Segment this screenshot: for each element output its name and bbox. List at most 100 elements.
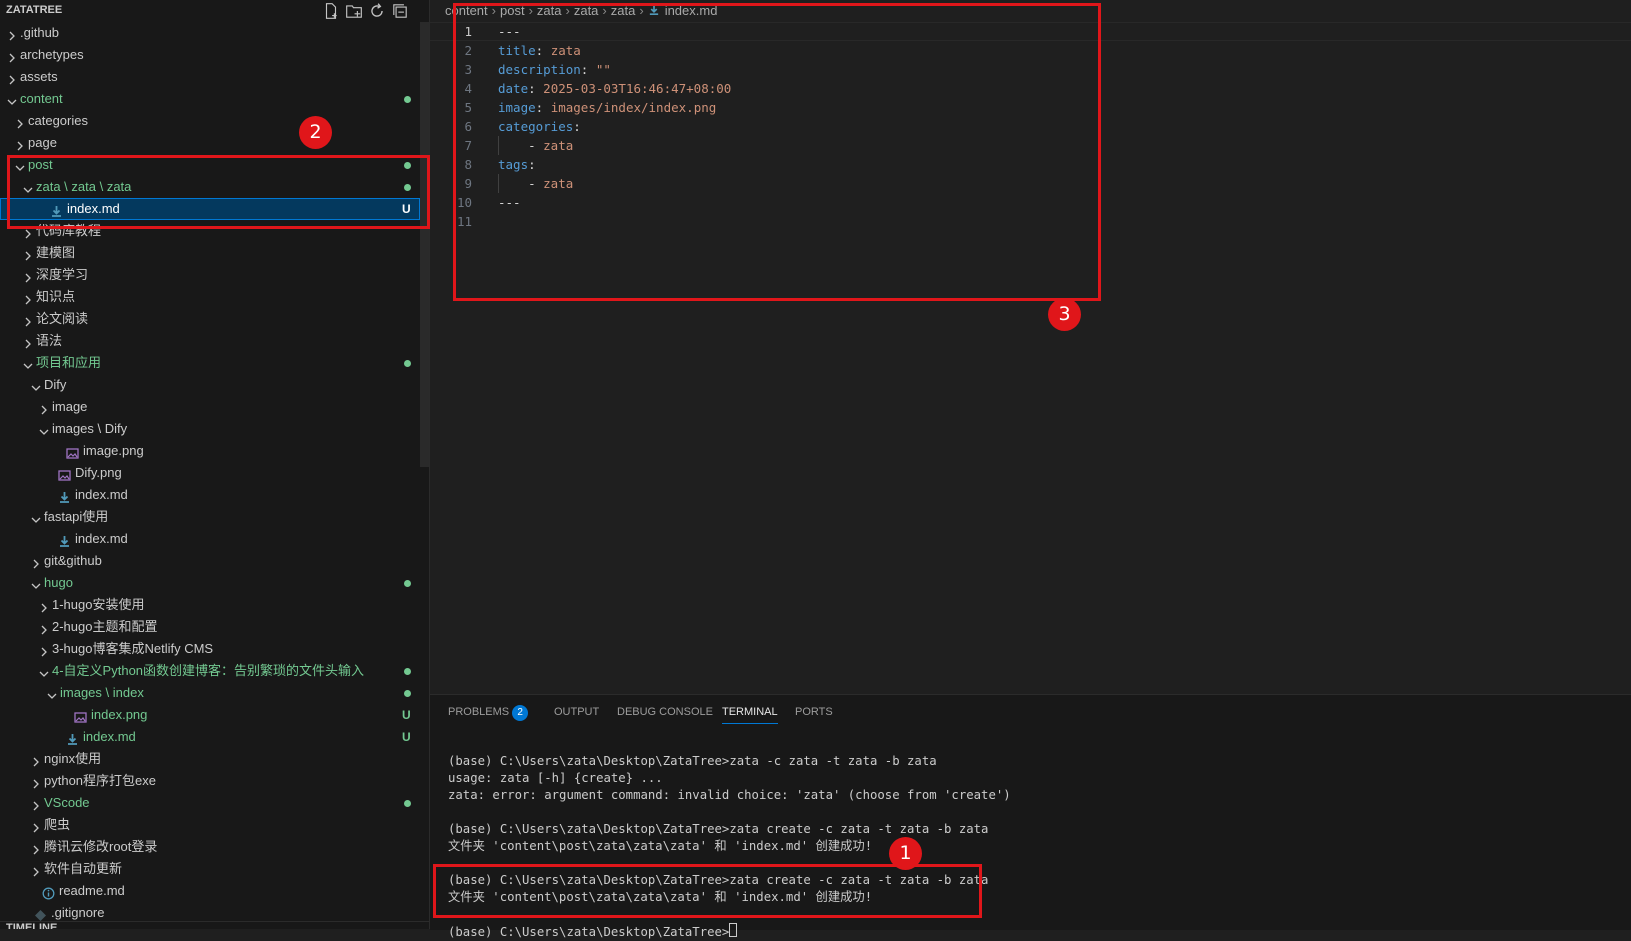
tree-folder[interactable]: 4-自定义Python函数创建博客：告别繁琐的文件头输入	[0, 660, 420, 682]
tree-folder[interactable]: VScode	[0, 792, 420, 814]
chevron-right-icon	[30, 753, 42, 767]
annotation-marker-2: 2	[299, 116, 332, 149]
tree-folder[interactable]: 软件自动更新	[0, 858, 420, 880]
terminal-line-text: (base) C:\Users\zata\Desktop\ZataTree>za…	[448, 822, 989, 836]
tree-folder[interactable]: fastapi使用	[0, 506, 420, 528]
chevron-down-icon	[30, 511, 42, 523]
image-file-icon	[58, 467, 71, 481]
tree-item-label: assets	[20, 69, 58, 84]
tree-folder[interactable]: hugo	[0, 572, 420, 594]
chevron-right-icon	[38, 621, 50, 635]
tree-folder[interactable]: .github	[0, 22, 420, 44]
tree-item-label: image.png	[83, 443, 144, 458]
tree-folder[interactable]: 2-hugo主题和配置	[0, 616, 420, 638]
tree-item-label: 项目和应用	[36, 355, 102, 370]
tree-folder[interactable]: categories	[0, 110, 420, 132]
tree-folder[interactable]: 论文阅读	[0, 308, 420, 330]
tree-folder[interactable]: Dify	[0, 374, 420, 396]
tree-folder[interactable]: 深度学习	[0, 264, 420, 286]
chevron-right-icon	[30, 775, 42, 789]
tree-folder[interactable]: 项目和应用	[0, 352, 420, 374]
tree-folder[interactable]: nginx使用	[0, 748, 420, 770]
new-folder-icon[interactable]	[345, 2, 363, 20]
tree-file[interactable]: index.md	[0, 484, 420, 506]
chevron-right-icon	[30, 819, 42, 833]
chevron-right-icon	[30, 797, 42, 811]
tree-folder[interactable]: 1-hugo安装使用	[0, 594, 420, 616]
collapse-all-icon[interactable]	[391, 2, 409, 20]
terminal-line-text: 文件夹 'content\post\zata\zata\zata' 和 'ind…	[448, 839, 873, 853]
tree-file[interactable]: index.png U	[0, 704, 420, 726]
chevron-right-icon	[30, 841, 42, 855]
tree-item-label: index.png	[91, 707, 148, 722]
git-status-dot	[404, 800, 411, 807]
tree-folder[interactable]: 语法	[0, 330, 420, 352]
tree-folder[interactable]: images \ index	[0, 682, 420, 704]
image-file-icon	[66, 445, 79, 459]
git-status-badge: U	[402, 730, 411, 744]
tree-item-label: 论文阅读	[36, 311, 89, 326]
chevron-right-icon	[30, 863, 42, 877]
tree-folder[interactable]: 3-hugo博客集成Netlify CMS	[0, 638, 420, 660]
terminal-line: zata: error: argument command: invalid c…	[448, 787, 1011, 804]
highlight-box-2	[7, 155, 430, 229]
terminal-line-text: (base) C:\Users\zata\Desktop\ZataTree>za…	[448, 754, 937, 768]
chevron-right-icon	[38, 401, 50, 415]
terminal-line-text: zata: error: argument command: invalid c…	[448, 788, 1011, 802]
tree-item-label: index.md	[75, 487, 128, 502]
tree-item-label: readme.md	[59, 883, 125, 898]
tree-file[interactable]: image.png	[0, 440, 420, 462]
tree-folder[interactable]: git&github	[0, 550, 420, 572]
tree-file[interactable]: Dify.png	[0, 462, 420, 484]
git-status-badge: U	[402, 708, 411, 722]
tree-folder[interactable]: assets	[0, 66, 420, 88]
tree-item-label: categories	[28, 113, 88, 128]
chevron-down-icon	[22, 357, 34, 369]
image-file-icon	[74, 709, 87, 723]
tree-folder[interactable]: python程序打包exe	[0, 770, 420, 792]
tree-folder[interactable]: page	[0, 132, 420, 154]
panel-tab-debug-console[interactable]: DEBUG CONSOLE	[617, 695, 713, 729]
tree-item-label: index.md	[83, 729, 136, 744]
panel-tab-terminal[interactable]: TERMINAL	[722, 695, 778, 729]
terminal-line: (base) C:\Users\zata\Desktop\ZataTree>za…	[448, 753, 1011, 770]
tree-item-label: 3-hugo博客集成Netlify CMS	[52, 641, 214, 656]
tree-folder[interactable]: content	[0, 88, 420, 110]
panel-tab-ports[interactable]: PORTS	[795, 695, 833, 729]
tree-file[interactable]: index.md	[0, 528, 420, 550]
git-status-dot	[404, 360, 411, 367]
git-status-dot	[404, 668, 411, 675]
tree-file[interactable]: index.md U	[0, 726, 420, 748]
tree-file[interactable]: readme.md	[0, 880, 420, 902]
terminal-line-text: usage: zata [-h] {create} ...	[448, 771, 663, 785]
tree-item-label: index.md	[75, 531, 128, 546]
tree-item-label: archetypes	[20, 47, 84, 62]
terminal-line: usage: zata [-h] {create} ...	[448, 770, 1011, 787]
markdown-file-icon	[58, 533, 71, 547]
tree-folder[interactable]: 爬虫	[0, 814, 420, 836]
tree-item-label: nginx使用	[44, 751, 102, 766]
panel-tab-label: PORTS	[795, 706, 833, 718]
tree-folder[interactable]: 知识点	[0, 286, 420, 308]
tree-item-label: 2-hugo主题和配置	[52, 619, 158, 634]
chevron-right-icon	[14, 115, 26, 129]
problems-count-badge: 2	[512, 705, 529, 721]
panel-tab-problems[interactable]: PROBLEMS 2	[448, 695, 529, 729]
chevron-down-icon	[38, 423, 50, 435]
tree-folder[interactable]: 建模图	[0, 242, 420, 264]
chevron-right-icon	[22, 335, 34, 349]
chevron-right-icon	[14, 137, 26, 151]
tree-item-label: content	[20, 91, 63, 106]
panel-tab-output[interactable]: OUTPUT	[554, 695, 599, 729]
refresh-icon[interactable]	[368, 2, 386, 20]
timeline-section-header[interactable]: TIMELINE	[0, 921, 429, 929]
sidebar-scrollbar[interactable]	[420, 22, 429, 467]
tree-folder[interactable]: archetypes	[0, 44, 420, 66]
tree-item-label: 4-自定义Python函数创建博客：告别繁琐的文件头输入	[52, 663, 365, 678]
tree-folder[interactable]: 腾讯云修改root登录	[0, 836, 420, 858]
new-file-icon[interactable]	[322, 2, 340, 20]
explorer-header: ZATATREE	[0, 0, 429, 22]
tree-folder[interactable]: images \ Dify	[0, 418, 420, 440]
tree-folder[interactable]: image	[0, 396, 420, 418]
